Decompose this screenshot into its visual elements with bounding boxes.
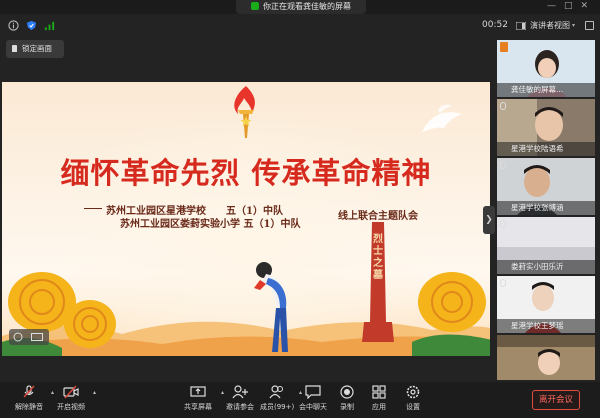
meeting-window: 你正在观看龚佳敏的屏幕 —□✕ 00:52 演讲者视图 ▾ 锁定画面 缅怀革命先…: [0, 0, 600, 418]
participant-tile[interactable]: 星港学校张博涵: [497, 158, 595, 215]
mic-icon: [500, 161, 506, 169]
apps-label: 应用: [372, 403, 386, 411]
dove-icon: [422, 104, 462, 132]
apps-icon: [372, 385, 386, 399]
participant-name: 星港学校王梦瑶: [497, 319, 595, 333]
face-icon[interactable]: [13, 332, 23, 342]
slide-title: 缅怀革命先烈 传承革命精神: [60, 156, 432, 190]
mic-muted-icon: [23, 385, 35, 398]
lock-screen-label: 锁定画面: [22, 44, 52, 53]
monument: 烈士之墓: [362, 222, 394, 342]
add-user-icon: [232, 385, 248, 399]
participant-panel: 龚佳敏的屏幕... 星港学校陆语希 星港学校张博涵 娄葑实小田乐沂 星港学校王梦…: [497, 40, 595, 380]
dash-line: [84, 208, 102, 209]
mic-icon: [500, 220, 506, 228]
unmute-label: 解除静音: [15, 403, 43, 411]
lock-screen-button[interactable]: 锁定画面: [6, 40, 64, 58]
view-mode-label: 演讲者视图: [530, 21, 570, 30]
invite-label: 邀请参会: [226, 403, 254, 411]
record-button[interactable]: 录制: [334, 385, 360, 412]
view-mode-button[interactable]: 演讲者视图 ▾: [514, 18, 580, 34]
meeting-timer: 00:52: [482, 20, 508, 30]
start-video-label: 开启视频: [57, 403, 85, 411]
fullscreen-icon[interactable]: [585, 21, 594, 30]
leave-meeting-button[interactable]: 离开会议: [532, 390, 580, 410]
annotation-toolbar[interactable]: [9, 329, 49, 345]
participant-tile[interactable]: 娄葑实小田乐沂: [497, 217, 595, 274]
event-subtitle: 线上联合主题队会: [338, 211, 418, 222]
participant-name: 娄葑实小田乐沂: [497, 260, 595, 274]
monument-text: 烈士之墓: [373, 234, 383, 281]
share-screen-label: 共享屏幕: [184, 403, 212, 411]
shared-screen: 缅怀革命先烈 传承革命精神 苏州工业园区星港学校 五（1）中队 苏州工业园区娄葑…: [2, 82, 490, 356]
school-line-2: 苏州工业园区娄葑实验小学 五（1）中队: [120, 219, 301, 230]
members-icon: [269, 385, 283, 399]
invite-button[interactable]: 邀请参会: [224, 385, 256, 412]
info-bar: 00:52 演讲者视图 ▾: [0, 14, 600, 38]
participant-tile[interactable]: [497, 335, 595, 380]
comment-icon[interactable]: [31, 333, 43, 341]
info-icon[interactable]: [8, 20, 19, 31]
members-label: 成员(99+): [260, 403, 295, 411]
chevron-up-icon[interactable]: ▴: [93, 389, 96, 396]
participant-tile-host[interactable]: 龚佳敏的屏幕...: [497, 40, 595, 97]
grid-view-icon: [516, 22, 526, 30]
torch-emblem: [234, 86, 255, 138]
participant-name: 星港学校张博涵: [497, 201, 595, 215]
video-feed: [497, 335, 595, 380]
chat-button[interactable]: 会中聊天: [298, 385, 328, 412]
start-video-button[interactable]: 开启视频 ▴: [54, 385, 96, 412]
camera-off-icon: [63, 385, 79, 399]
chat-label: 会中聊天: [299, 403, 327, 411]
shield-icon[interactable]: [26, 20, 37, 31]
chrysanthemum-right: [412, 272, 490, 356]
unmute-button[interactable]: 解除静音 ▴: [12, 385, 54, 412]
apps-button[interactable]: 应用: [366, 385, 392, 412]
host-badge-icon: [500, 42, 508, 52]
gear-icon: [406, 385, 420, 399]
settings-label: 设置: [406, 403, 420, 411]
record-label: 录制: [340, 403, 354, 411]
participant-name: 龚佳敏的屏幕...: [497, 83, 595, 97]
screen-share-icon: [251, 2, 259, 10]
members-button[interactable]: 成员(99+) ▴: [260, 385, 302, 412]
bottom-toolbar: 解除静音 ▴ 开启视频 ▴ 共享屏幕 ▴ 邀请参会 成员(99+) ▴ 会中聊天: [0, 382, 600, 418]
share-screen-button[interactable]: 共享屏幕 ▴: [180, 385, 224, 412]
participant-tile[interactable]: 星港学校王梦瑶: [497, 276, 595, 333]
share-screen-icon: [190, 386, 206, 397]
window-controls[interactable]: —□✕: [547, 1, 596, 11]
record-icon: [340, 385, 354, 399]
participant-name: 星港学校陆语希: [497, 142, 595, 156]
student-figure: [254, 262, 288, 352]
chevron-down-icon: ▾: [572, 22, 576, 29]
mic-icon: [500, 102, 506, 110]
screen-share-banner[interactable]: 你正在观看龚佳敏的屏幕: [236, 0, 366, 14]
participant-tile[interactable]: 星港学校陆语希: [497, 99, 595, 156]
screen-share-banner-text: 你正在观看龚佳敏的屏幕: [263, 2, 351, 11]
title-bar: 你正在观看龚佳敏的屏幕 —□✕: [0, 0, 600, 14]
pin-icon: [12, 45, 17, 52]
signal-icon[interactable]: [44, 20, 55, 31]
mic-icon: [500, 279, 506, 287]
settings-button[interactable]: 设置: [400, 385, 426, 412]
chat-icon: [305, 385, 321, 399]
collapse-panel-button[interactable]: ❯: [483, 206, 495, 234]
